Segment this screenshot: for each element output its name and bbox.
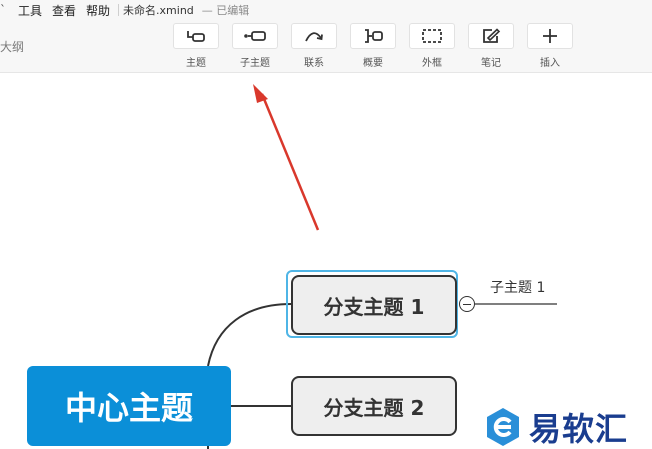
menu-item-tools[interactable]: 工具 (18, 2, 42, 19)
subtopic-button-frame[interactable] (232, 23, 278, 49)
subtopic-button[interactable]: 子主题 (232, 23, 278, 69)
insert-button-frame[interactable] (527, 23, 573, 49)
note-icon (483, 28, 501, 43)
relationship-button-frame[interactable] (291, 23, 337, 49)
summary-icon (365, 29, 383, 43)
note-button[interactable]: 笔记 (468, 23, 514, 69)
subtopic-icon (244, 31, 266, 41)
menu-edge-glyph: ˋ (0, 3, 6, 17)
summary-button-label: 概要 (363, 58, 383, 69)
e-logo-icon (487, 408, 519, 446)
boundary-button-label: 外框 (422, 58, 442, 69)
outline-tab[interactable]: 大纲 (0, 38, 24, 55)
branch-topic-2[interactable]: 分支主题 2 (291, 376, 457, 436)
subtopic-1[interactable]: 子主题 1 (490, 277, 545, 297)
central-topic[interactable]: 中心主题 (27, 366, 231, 446)
menu-item-view[interactable]: 查看 (52, 2, 76, 19)
relationship-button[interactable]: 联系 (291, 23, 337, 69)
top-toolbar-area: ˋ 工具 查看 帮助 未命名.xmind — 已编辑 大纲 主题 子主题 联系 … (0, 0, 652, 73)
menu-item-help[interactable]: 帮助 (86, 2, 110, 19)
insert-button-label: 插入 (540, 58, 560, 69)
menu-bar: ˋ 工具 查看 帮助 未命名.xmind — 已编辑 (0, 0, 249, 20)
topic-button[interactable]: 主题 (173, 23, 219, 69)
document-title: 未命名.xmind (123, 4, 194, 17)
menu-divider (118, 4, 120, 16)
boundary-icon (422, 29, 442, 43)
summary-button-frame[interactable] (350, 23, 396, 49)
collapse-toggle-icon[interactable] (459, 296, 475, 312)
edit-status: — 已编辑 (201, 4, 250, 17)
connector-branch-1 (207, 303, 292, 367)
summary-button[interactable]: 概要 (350, 23, 396, 69)
relationship-icon (305, 32, 323, 42)
plus-icon (543, 29, 557, 43)
branch-topic-1[interactable]: 分支主题 1 (291, 275, 457, 335)
relationship-button-label: 联系 (304, 58, 324, 69)
mindmap-canvas[interactable]: 中心主题 分支主题 1 子主题 1 分支主题 2 易软汇 (0, 74, 652, 449)
annotation-arrow-shaft (260, 93, 320, 231)
insert-button[interactable]: 插入 (527, 23, 573, 69)
note-button-frame[interactable] (468, 23, 514, 49)
boundary-button[interactable]: 外框 (409, 23, 455, 69)
topic-icon (187, 31, 205, 42)
subtopic-button-label: 子主题 (240, 58, 270, 69)
boundary-button-frame[interactable] (409, 23, 455, 49)
watermark-text: 易软汇 (529, 410, 629, 448)
note-button-label: 笔记 (481, 58, 501, 69)
topic-button-frame[interactable] (173, 23, 219, 49)
watermark: 易软汇 (485, 404, 628, 449)
topic-button-label: 主题 (186, 58, 206, 69)
